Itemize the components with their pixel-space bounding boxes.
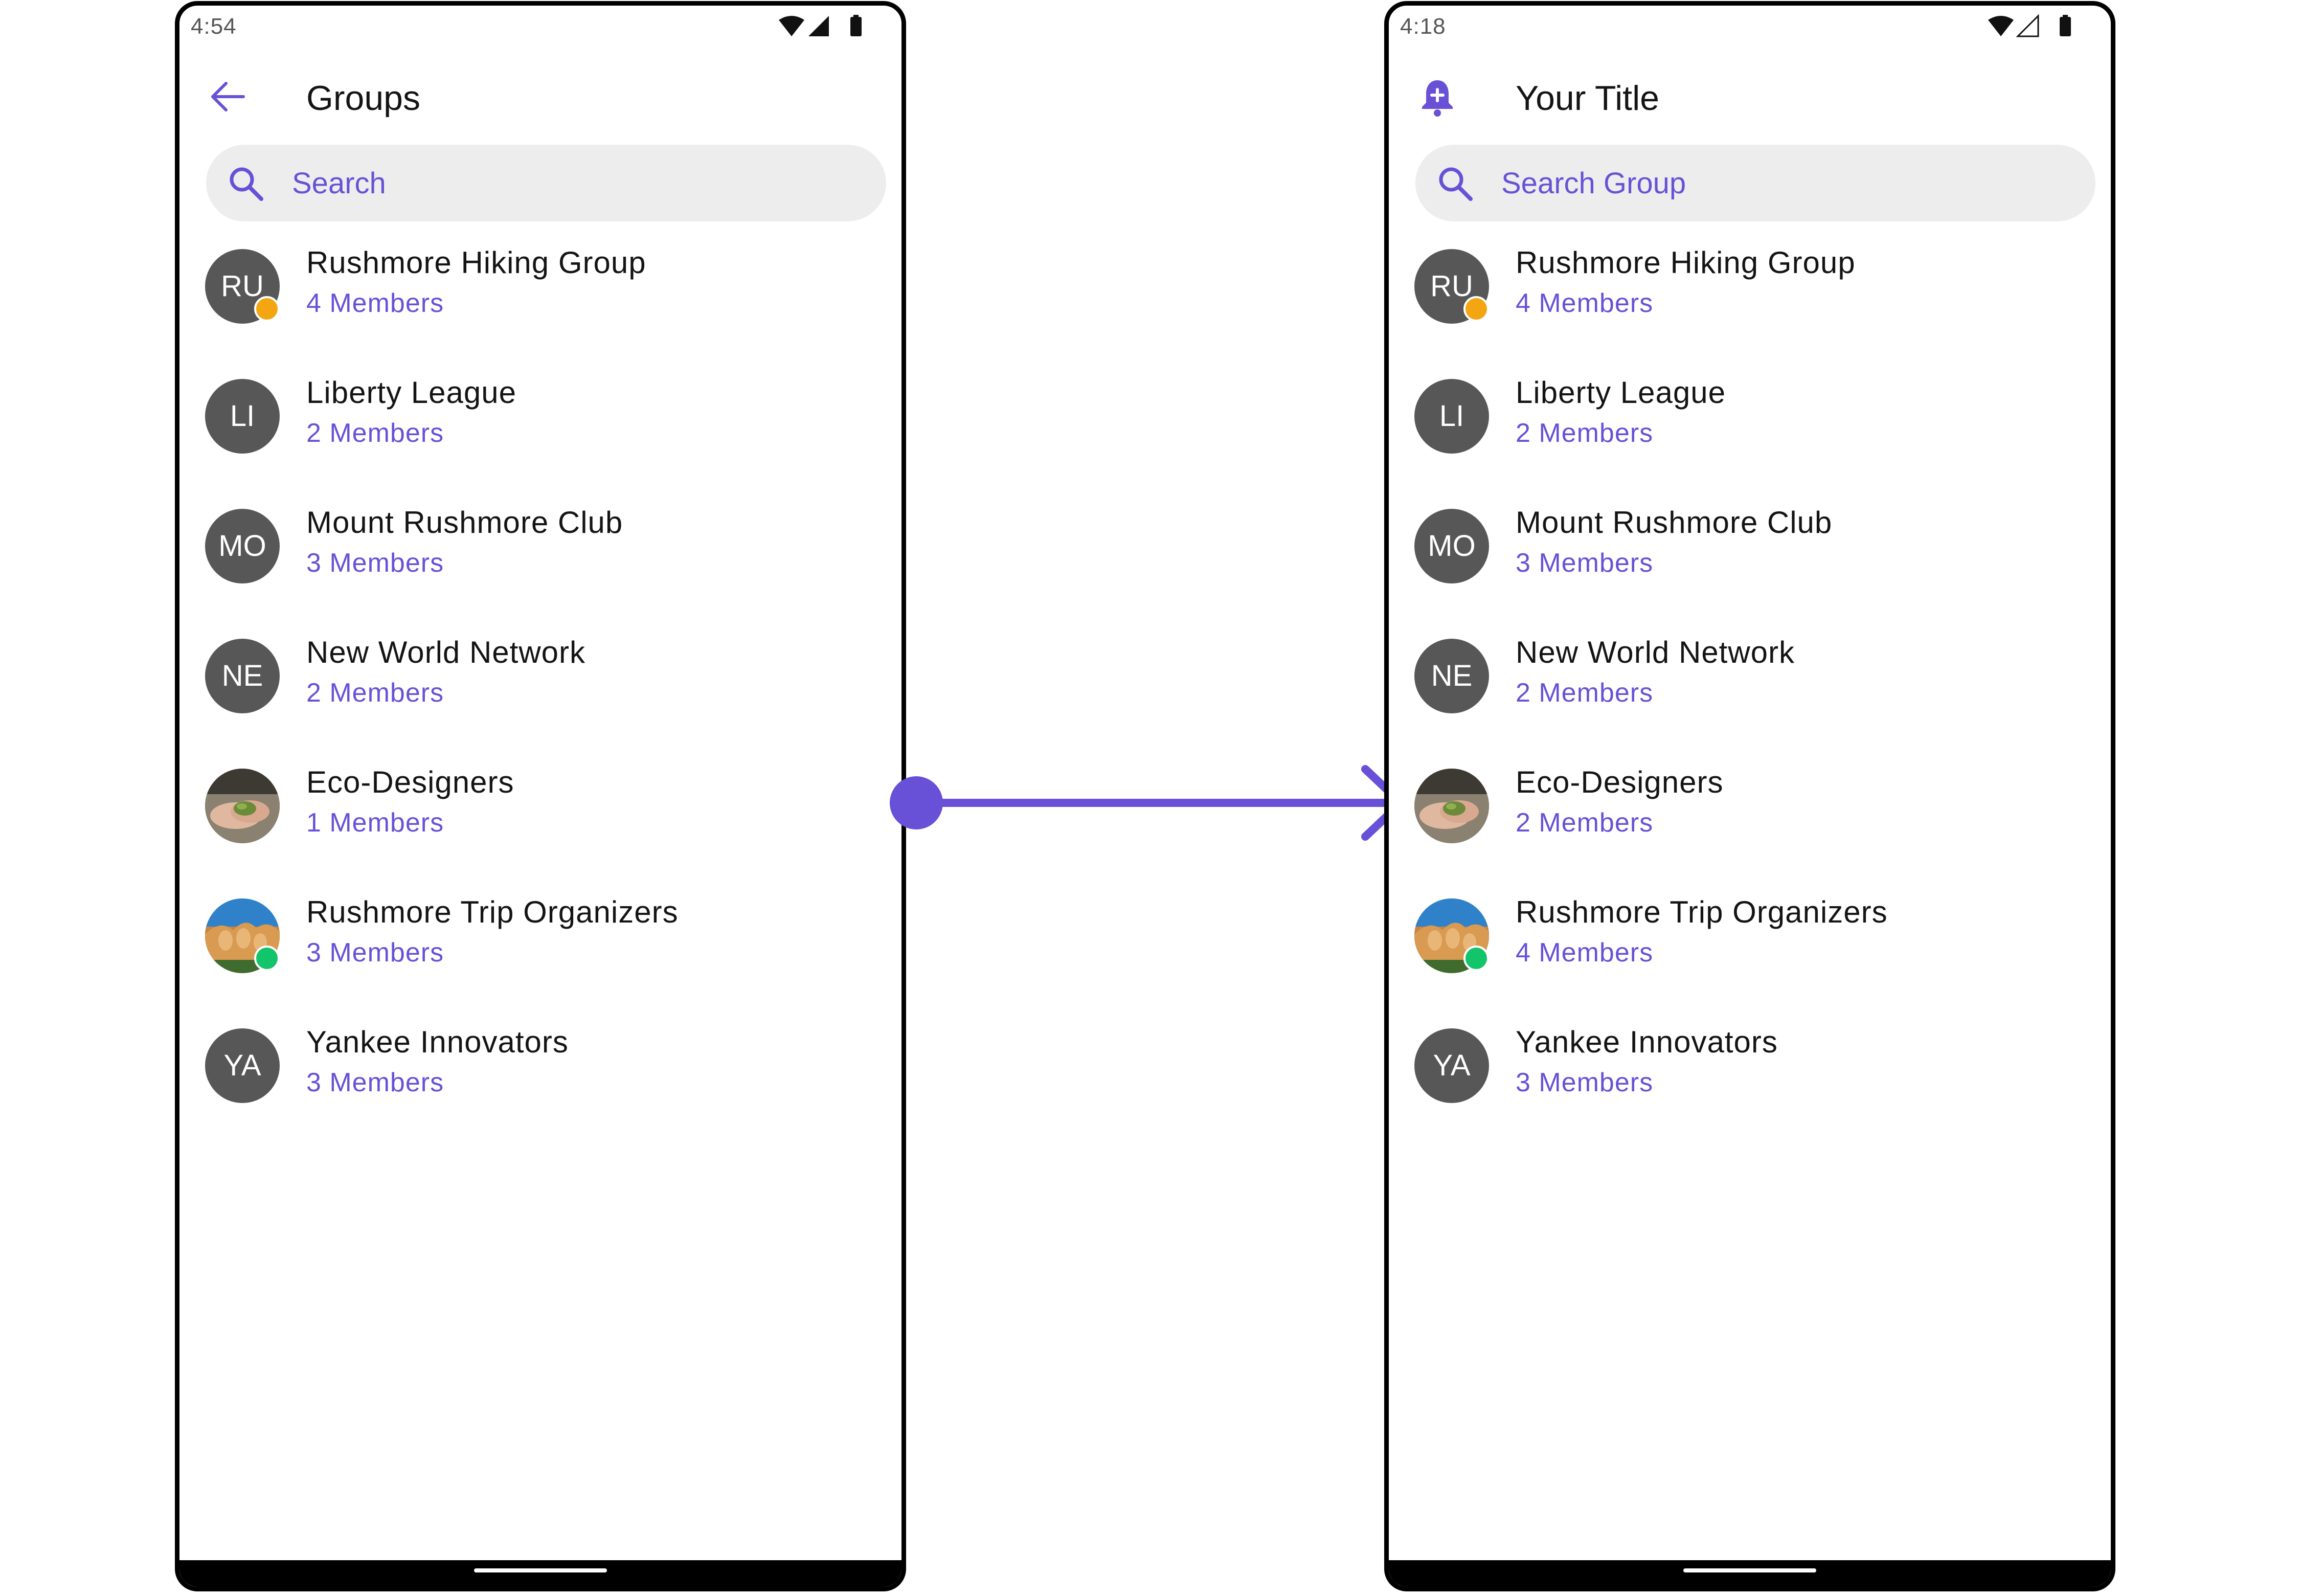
- home-indicator[interactable]: [1683, 1568, 1816, 1572]
- list-item-group[interactable]: MO Mount Rushmore Club 3 Members: [1389, 490, 2111, 618]
- hands-with-plant-photo: [1414, 769, 1489, 843]
- group-name: Liberty League: [1516, 375, 1726, 410]
- navigation-bar: [1389, 1560, 2111, 1587]
- list-item-group[interactable]: YA Yankee Innovators 3 Members: [179, 1010, 901, 1138]
- lock-badge-icon: [1463, 296, 1489, 322]
- avatar: YA: [205, 1028, 280, 1103]
- group-name: Eco-Designers: [306, 765, 514, 799]
- list-item-group[interactable]: RU Rushmore Hiking Group 4 Members: [179, 231, 901, 358]
- avatar: MO: [1414, 509, 1489, 583]
- list-item-group[interactable]: LI Liberty League 2 Members: [179, 361, 901, 488]
- avatar: LI: [1414, 379, 1489, 454]
- group-name: Yankee Innovators: [306, 1025, 569, 1059]
- avatar: NE: [205, 639, 280, 713]
- status-time: 4:18: [1400, 14, 1446, 39]
- page-title: Groups: [306, 79, 420, 118]
- avatar: YA: [1414, 1028, 1489, 1103]
- status-time: 4:54: [191, 14, 237, 39]
- lock-badge-icon: [254, 296, 280, 322]
- search-bar[interactable]: Search: [206, 145, 886, 221]
- notification-add-icon[interactable]: [1417, 76, 1458, 117]
- group-name: Mount Rushmore Club: [306, 505, 623, 540]
- group-name: Mount Rushmore Club: [1516, 505, 1833, 540]
- arrow-back-icon[interactable]: [208, 76, 249, 117]
- password-badge-icon: [1463, 946, 1489, 971]
- group-member-count: 3 Members: [306, 1068, 444, 1097]
- group-member-count: 2 Members: [1516, 808, 1654, 838]
- list-item-group[interactable]: Rushmore Trip Organizers 4 Members: [1389, 880, 2111, 1008]
- list-item-group[interactable]: NE New World Network 2 Members: [179, 620, 901, 748]
- hands-with-plant-photo: [205, 769, 280, 843]
- search-input[interactable]: Search: [292, 166, 386, 200]
- status-bar: 4:18: [1389, 6, 2111, 47]
- list-item-group[interactable]: Eco-Designers 2 Members: [1389, 750, 2111, 878]
- group-member-count: 2 Members: [1516, 678, 1654, 708]
- group-member-count: 3 Members: [1516, 548, 1654, 578]
- group-name: Liberty League: [306, 375, 516, 410]
- group-name: Rushmore Trip Organizers: [306, 895, 679, 929]
- group-name: New World Network: [306, 635, 586, 669]
- avatar: MO: [205, 509, 280, 583]
- avatar: NE: [1414, 639, 1489, 713]
- navigation-bar: [179, 1560, 901, 1587]
- group-name: Eco-Designers: [1516, 765, 1724, 799]
- search-icon: [1439, 167, 1473, 201]
- app-header: Groups: [179, 67, 901, 133]
- group-member-count: 4 Members: [1516, 288, 1654, 318]
- group-member-count: 3 Members: [306, 938, 444, 968]
- group-name: Yankee Innovators: [1516, 1025, 1778, 1059]
- group-name: New World Network: [1516, 635, 1795, 669]
- list-item-group[interactable]: MO Mount Rushmore Club 3 Members: [179, 490, 901, 618]
- phone-before: 4:54 Groups Search RU Rushmore Hiking Gr…: [175, 1, 906, 1591]
- status-icons: [1988, 14, 2071, 37]
- list-item-group[interactable]: Rushmore Trip Organizers 3 Members: [179, 880, 901, 1008]
- app-header: Your Title: [1389, 67, 2111, 133]
- list-item-group[interactable]: RU Rushmore Hiking Group 4 Members: [1389, 231, 2111, 358]
- list-item-group[interactable]: LI Liberty League 2 Members: [1389, 361, 2111, 488]
- group-name: Rushmore Hiking Group: [306, 245, 646, 280]
- group-name: Rushmore Hiking Group: [1516, 245, 1856, 280]
- group-member-count: 3 Members: [306, 548, 444, 578]
- phone-after: 4:18 Your Title Search Group RU Rushmore…: [1384, 1, 2115, 1591]
- status-bar: 4:54: [179, 6, 901, 47]
- search-bar[interactable]: Search Group: [1415, 145, 2095, 221]
- home-indicator[interactable]: [474, 1568, 607, 1572]
- group-member-count: 2 Members: [1516, 418, 1654, 448]
- group-member-count: 2 Members: [306, 678, 444, 708]
- list-item-group[interactable]: Eco-Designers 1 Members: [179, 750, 901, 878]
- list-item-group[interactable]: NE New World Network 2 Members: [1389, 620, 2111, 748]
- list-item-group[interactable]: YA Yankee Innovators 3 Members: [1389, 1010, 2111, 1138]
- group-name: Rushmore Trip Organizers: [1516, 895, 1888, 929]
- group-member-count: 3 Members: [1516, 1068, 1654, 1097]
- transition-arrow-icon: [890, 765, 1405, 841]
- avatar: LI: [205, 379, 280, 454]
- search-input[interactable]: Search Group: [1501, 166, 1686, 200]
- group-member-count: 2 Members: [306, 418, 444, 448]
- password-badge-icon: [254, 946, 280, 971]
- page-title: Your Title: [1516, 79, 1659, 118]
- status-icons: [779, 15, 862, 36]
- group-member-count: 1 Members: [306, 808, 444, 838]
- search-icon: [230, 167, 263, 201]
- group-member-count: 4 Members: [306, 288, 444, 318]
- group-member-count: 4 Members: [1516, 938, 1654, 968]
